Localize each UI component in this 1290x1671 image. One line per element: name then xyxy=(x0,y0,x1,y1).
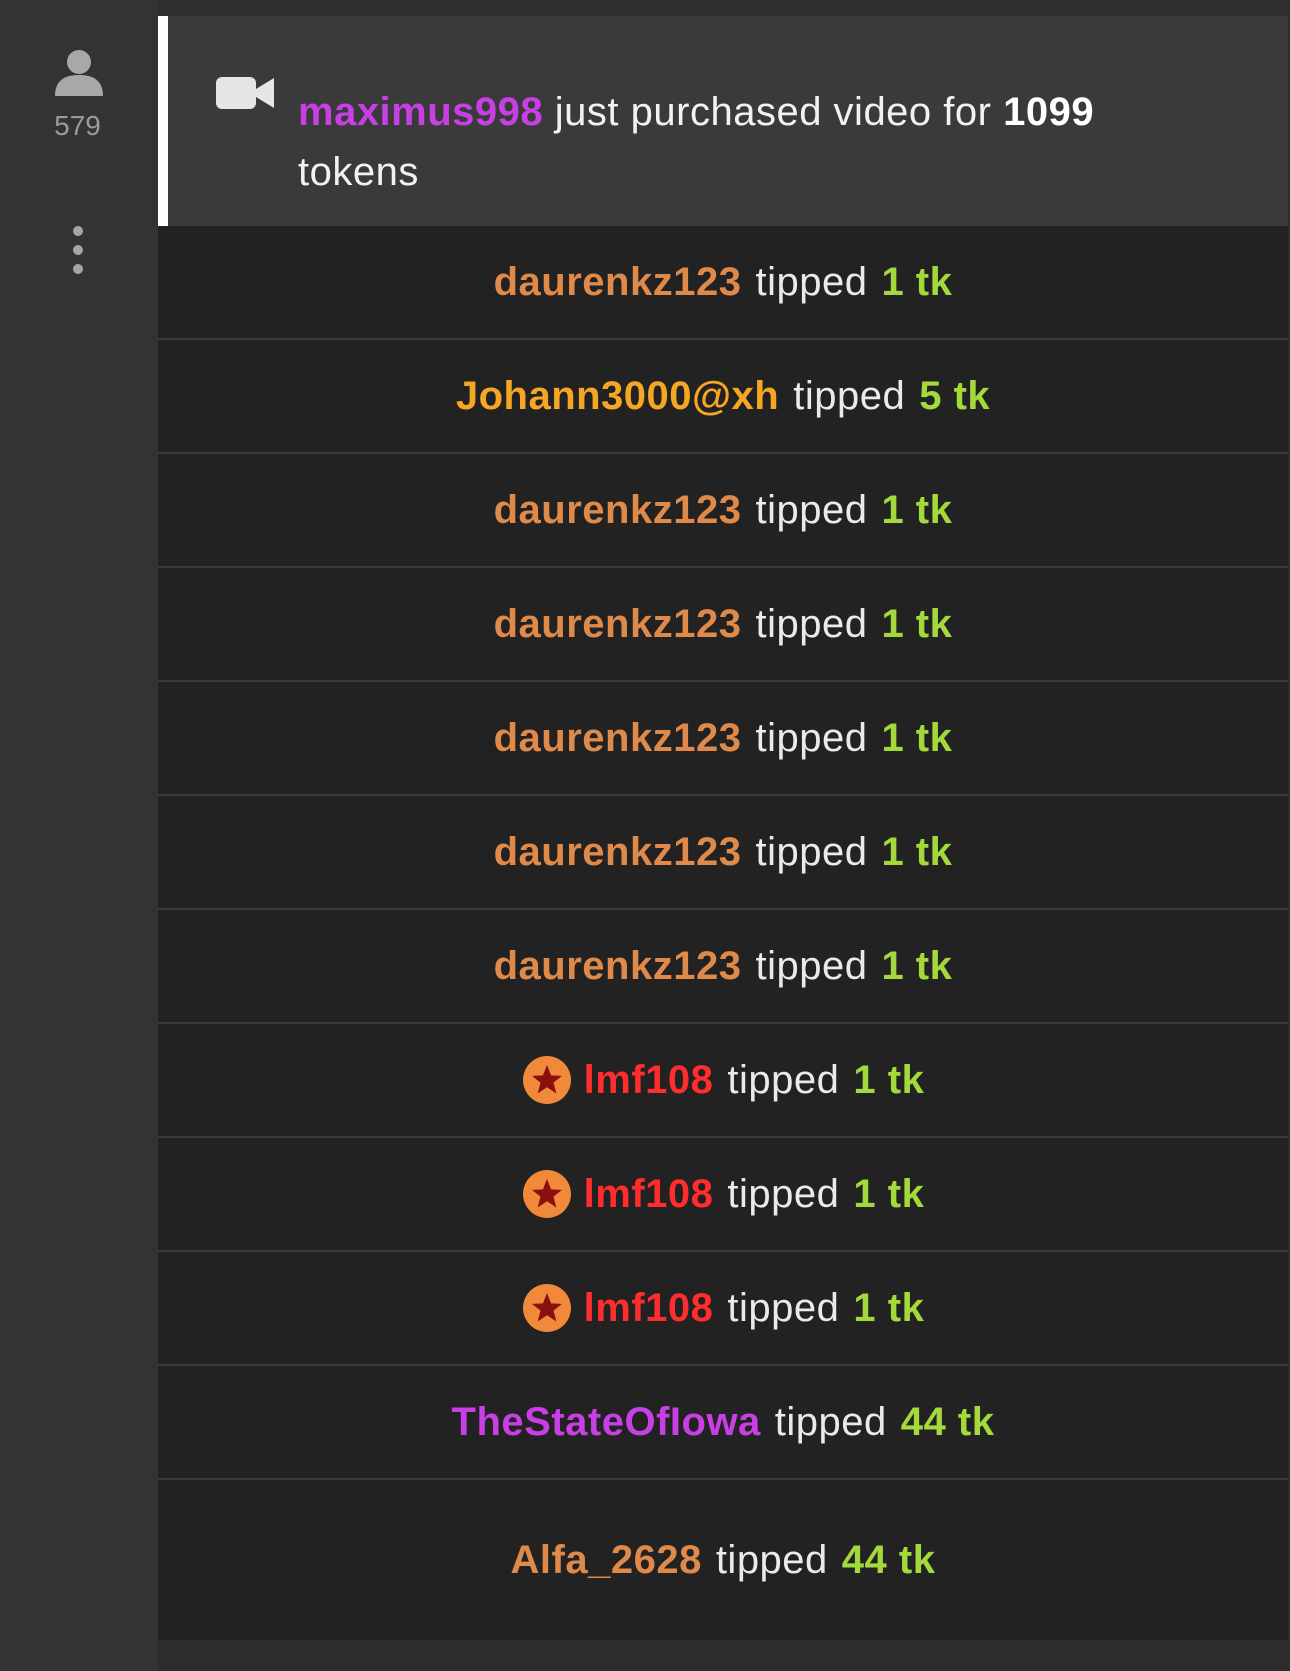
tip-amount: 1 tk xyxy=(881,715,953,760)
tip-list: daurenkz123 tipped 1 tk Johann3000@xh tipped… xyxy=(158,226,1288,1640)
tip-verb: tipped xyxy=(727,1057,840,1102)
tip-amount: 44 tk xyxy=(900,1399,995,1444)
star-badge-icon xyxy=(522,1284,571,1332)
tip-row: lmf108 tipped 1 tk xyxy=(158,1138,1288,1252)
tip-amount: 1 tk xyxy=(881,487,953,532)
tip-username[interactable]: lmf108 xyxy=(584,1058,714,1103)
tip-amount: 5 tk xyxy=(919,373,991,418)
tip-row: lmf108 tipped 1 tk xyxy=(158,1252,1288,1366)
purchase-username[interactable]: maximus998 xyxy=(298,90,543,134)
tip-username[interactable]: lmf108 xyxy=(584,1172,714,1217)
tip-verb: tipped xyxy=(755,943,868,988)
tip-amount: 1 tk xyxy=(881,259,953,304)
tip-username[interactable]: Alfa_2628 xyxy=(511,1538,702,1583)
tip-row: daurenkz123 tipped 1 tk xyxy=(158,910,1288,1024)
sidebar: 579 xyxy=(0,0,158,1671)
chat-feed: maximus998 just purchased video for 1099… xyxy=(158,0,1288,1671)
tip-username[interactable]: Johann3000@xh xyxy=(456,374,779,419)
tip-verb: tipped xyxy=(755,601,868,646)
tip-row: lmf108 tipped 1 tk xyxy=(158,1024,1288,1138)
viewer-count: 579 xyxy=(54,110,101,141)
tip-verb: tipped xyxy=(727,1171,840,1216)
tip-verb: tipped xyxy=(727,1285,840,1330)
tip-row: TheStateOfIowa tipped 44 tk xyxy=(158,1366,1288,1480)
tip-amount: 1 tk xyxy=(853,1171,925,1216)
star-badge-icon xyxy=(522,1056,571,1104)
tip-row: Alfa_2628 tipped 44 tk xyxy=(158,1480,1288,1640)
tip-verb: tipped xyxy=(755,487,868,532)
tip-username[interactable]: daurenkz123 xyxy=(494,260,742,305)
tip-verb: tipped xyxy=(755,259,868,304)
tip-username[interactable]: daurenkz123 xyxy=(494,944,742,989)
tip-row: Johann3000@xh tipped 5 tk xyxy=(158,340,1288,454)
tip-verb: tipped xyxy=(774,1399,887,1444)
tip-username[interactable]: daurenkz123 xyxy=(494,488,742,533)
purchase-text: just purchased video for xyxy=(554,90,992,134)
tip-row: daurenkz123 tipped 1 tk xyxy=(158,454,1288,568)
tip-amount: 1 tk xyxy=(881,601,953,646)
chat-panel: 579 maximus998 just purchased video for … xyxy=(0,0,1290,1671)
user-icon[interactable] xyxy=(53,48,105,98)
tip-verb: tipped xyxy=(793,373,906,418)
tip-row: daurenkz123 tipped 1 tk xyxy=(158,682,1288,796)
kebab-menu-icon[interactable] xyxy=(66,226,90,278)
tip-username[interactable]: TheStateOfIowa xyxy=(452,1400,761,1445)
tip-username[interactable]: lmf108 xyxy=(584,1286,714,1331)
tip-verb: tipped xyxy=(755,829,868,874)
star-badge-icon xyxy=(522,1170,571,1218)
tip-username[interactable]: daurenkz123 xyxy=(494,602,742,647)
video-camera-icon xyxy=(216,77,274,109)
tip-amount: 1 tk xyxy=(881,943,953,988)
tip-username[interactable]: daurenkz123 xyxy=(494,716,742,761)
tip-amount: 44 tk xyxy=(841,1537,936,1582)
tip-username[interactable]: daurenkz123 xyxy=(494,830,742,875)
tip-amount: 1 tk xyxy=(881,829,953,874)
tip-row: daurenkz123 tipped 1 tk xyxy=(158,796,1288,910)
purchase-notification: maximus998 just purchased video for 1099… xyxy=(158,16,1288,226)
tip-amount: 1 tk xyxy=(853,1285,925,1330)
tip-amount: 1 tk xyxy=(853,1057,925,1102)
purchase-amount: 1099 xyxy=(1003,90,1095,134)
tip-verb: tipped xyxy=(715,1537,828,1582)
tip-verb: tipped xyxy=(755,715,868,760)
purchase-message: maximus998 just purchased video for 1099… xyxy=(298,82,1198,202)
tip-row: daurenkz123 tipped 1 tk xyxy=(158,226,1288,340)
purchase-unit: tokens xyxy=(298,150,419,194)
tip-row: daurenkz123 tipped 1 tk xyxy=(158,568,1288,682)
